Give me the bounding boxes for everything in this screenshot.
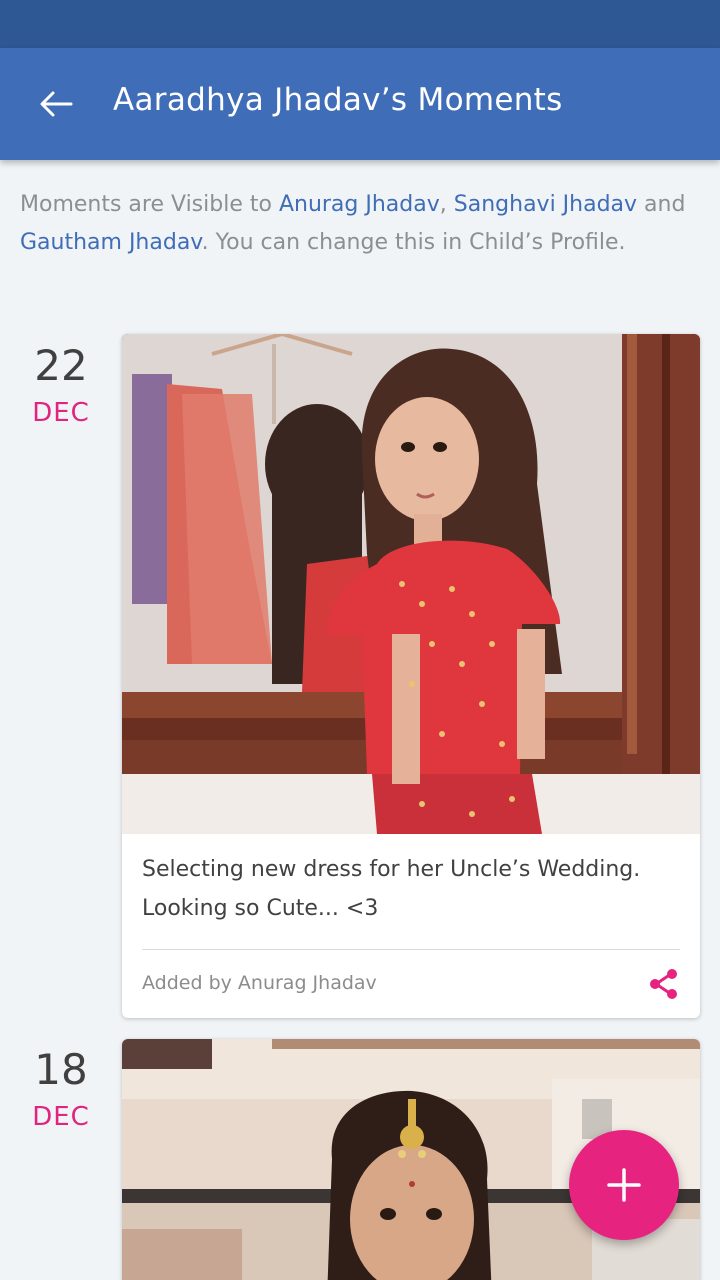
share-button[interactable]: [646, 966, 682, 1002]
visible-to-link-gautham[interactable]: Gautham Jhadav: [20, 230, 202, 255]
add-moment-button[interactable]: [569, 1130, 679, 1240]
notice-suffix: . You can change this in Child’s Profile…: [201, 230, 626, 255]
notice-separator: and: [637, 192, 686, 217]
moment-date: 22 DEC: [0, 341, 122, 429]
arrow-left-icon: [40, 91, 73, 117]
share-icon: [650, 969, 677, 999]
moment-caption: Selecting new dress for her Uncle’s Wedd…: [142, 857, 641, 921]
page-title: Aaradhya Jhadav’s Moments: [113, 82, 563, 118]
moment-month: DEC: [32, 1102, 90, 1132]
visibility-notice: Moments are Visible to Anurag Jhadav, Sa…: [20, 186, 710, 262]
added-by-label: Added by Anurag Jhadav: [142, 972, 377, 994]
card-divider: [142, 949, 680, 950]
back-button[interactable]: [28, 76, 84, 132]
moment-date: 18 DEC: [0, 1045, 122, 1133]
moment-day: 18: [34, 1045, 88, 1094]
moment-card[interactable]: Selecting new dress for her Uncle’s Wedd…: [122, 334, 700, 1018]
moment-month: DEC: [32, 398, 90, 428]
status-bar: [0, 0, 720, 48]
plus-icon: [607, 1168, 641, 1202]
notice-prefix: Moments are Visible to: [20, 192, 279, 217]
notice-separator: ,: [439, 192, 454, 217]
app-bar: Aaradhya Jhadav’s Moments: [0, 48, 720, 160]
moment-photo[interactable]: [122, 334, 700, 834]
visible-to-link-sanghavi[interactable]: Sanghavi Jhadav: [454, 192, 637, 217]
moment-day: 22: [34, 341, 88, 390]
visible-to-link-anurag[interactable]: Anurag Jhadav: [279, 192, 440, 217]
